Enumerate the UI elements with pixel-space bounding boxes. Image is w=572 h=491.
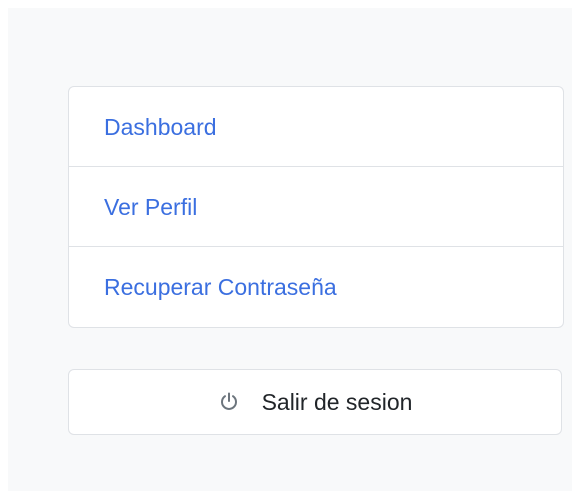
logout-button[interactable]: Salir de sesion (68, 369, 562, 435)
nav-item-ver-perfil[interactable]: Ver Perfil (69, 167, 563, 247)
power-icon (218, 391, 240, 413)
nav-item-dashboard[interactable]: Dashboard (69, 87, 563, 167)
sidebar-panel: Dashboard Ver Perfil Recuperar Contraseñ… (8, 8, 572, 491)
nav-item-recuperar-contrasena[interactable]: Recuperar Contraseña (69, 247, 563, 327)
logout-label: Salir de sesion (261, 388, 413, 415)
nav-menu: Dashboard Ver Perfil Recuperar Contraseñ… (68, 86, 564, 328)
